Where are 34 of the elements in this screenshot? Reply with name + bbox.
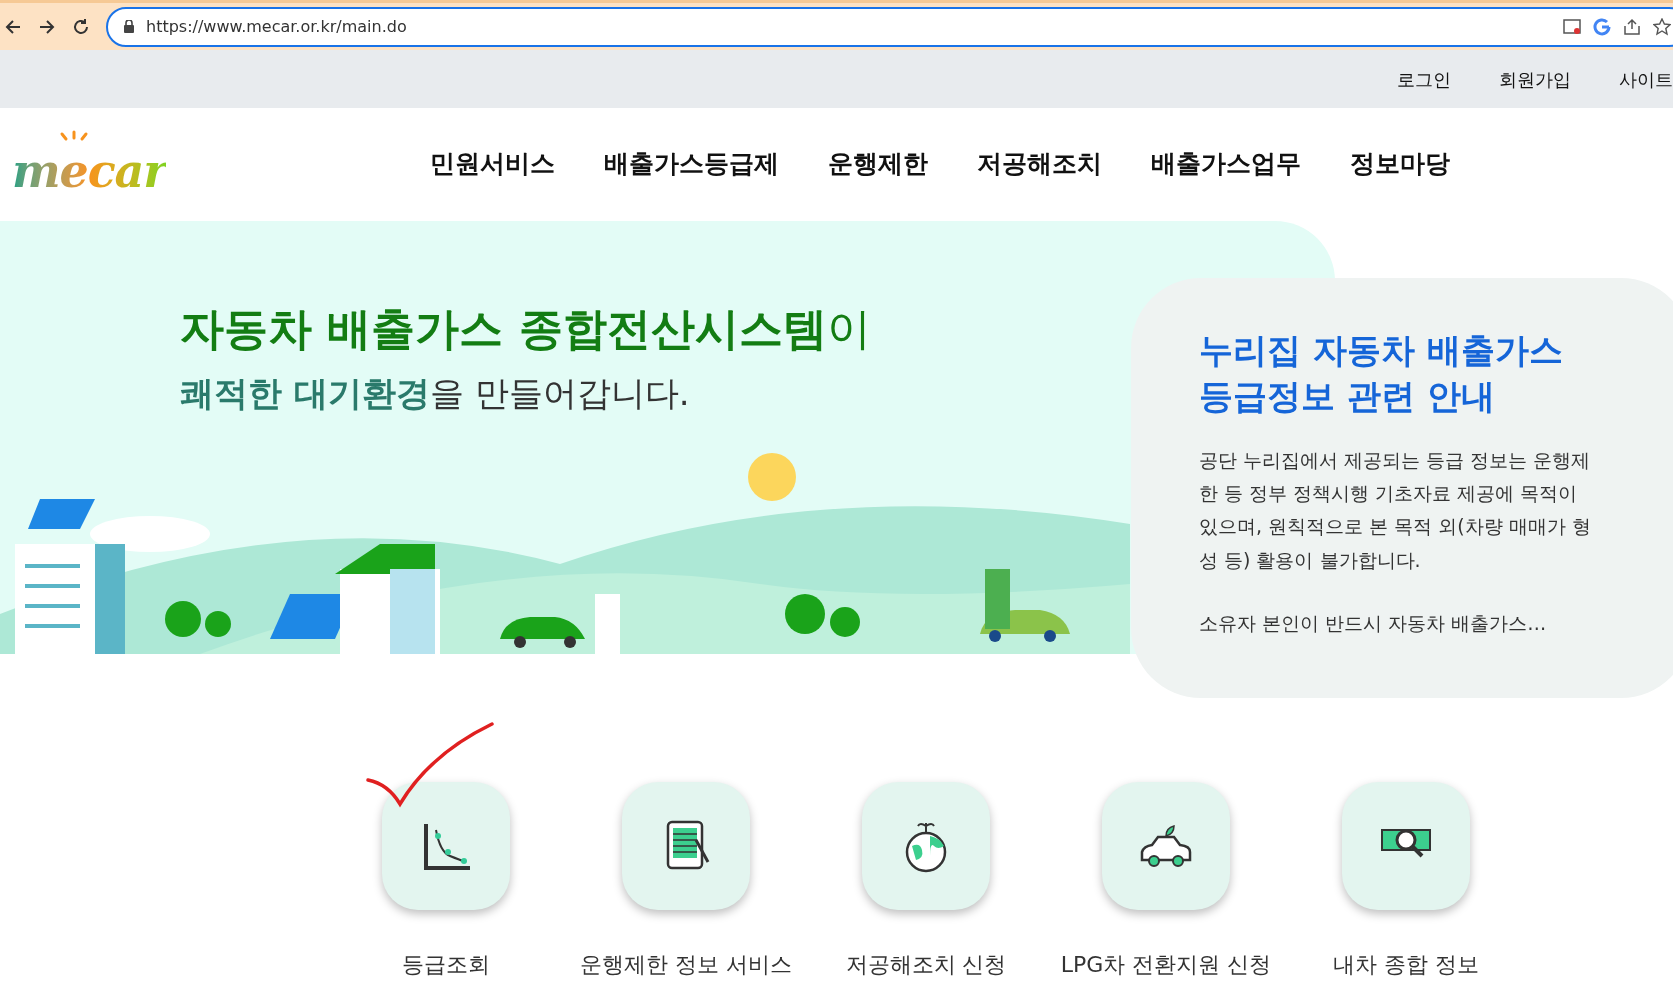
- reload-icon[interactable]: [72, 17, 90, 36]
- hero-subtitle: 쾌적한 대기환경을 만들어갑니다.: [180, 371, 691, 415]
- utility-link[interactable]: 로그인: [1397, 65, 1451, 93]
- quick-link-label[interactable]: 저공해조치 신청: [845, 948, 1007, 981]
- quick-link-label[interactable]: LPG차 전환지원 신청: [1060, 948, 1272, 981]
- nav-menu-item[interactable]: 저공해조치: [977, 145, 1102, 183]
- quick-link-tile[interactable]: [1102, 782, 1230, 910]
- notice-more-text[interactable]: 소유자 본인이 반드시 자동차 배출가스…: [1199, 608, 1591, 638]
- notice-title[interactable]: 누리집 자동차 배출가스 등급정보 관련 안내: [1199, 328, 1591, 420]
- quick-link-label[interactable]: 운행제한 정보 서비스: [580, 948, 792, 981]
- share-icon[interactable]: [1623, 17, 1641, 36]
- url-text: https://www.mecar.or.kr/main.do: [146, 15, 408, 38]
- forward-icon[interactable]: [38, 17, 56, 36]
- star-icon[interactable]: [1653, 17, 1671, 36]
- google-icon[interactable]: [1593, 17, 1611, 36]
- quick-link-tile[interactable]: [382, 782, 510, 910]
- quick-link-tile[interactable]: [862, 782, 990, 910]
- back-icon[interactable]: [4, 17, 22, 36]
- utility-link[interactable]: 사이트: [1619, 65, 1673, 93]
- window-icon[interactable]: [1563, 18, 1581, 35]
- address-bar[interactable]: https://www.mecar.or.kr/main.do: [106, 6, 1673, 47]
- notice-text: 공단 누리집에서 제공되는 등급 정보는 운행제한 등 정부 정책시행 기초자료 제공에 목적이 있으며, 원칙적으로 본 목적 외(차량 매매가 형성 등) 활용이 불가합니다.: [1199, 447, 1591, 573]
- quick-link-label[interactable]: 등급조회: [402, 948, 490, 981]
- quick-link-tile[interactable]: [622, 782, 750, 910]
- quick-link-label[interactable]: 내차 종합 정보: [1333, 948, 1479, 981]
- nav-menu-item[interactable]: 민원서비스: [430, 145, 555, 183]
- hero-title: 자동차 배출가스 종합전산시스템이: [180, 301, 871, 356]
- nav-menu-item[interactable]: 배출가스업무: [1151, 145, 1301, 183]
- quick-link-tile[interactable]: [1342, 782, 1470, 910]
- nav-menu-item[interactable]: 정보마당: [1350, 145, 1450, 183]
- nav-menu-item[interactable]: 운행제한: [828, 145, 928, 183]
- utility-link[interactable]: 회원가입: [1499, 65, 1571, 93]
- nav-menu-item[interactable]: 배출가스등급제: [604, 145, 779, 183]
- lock-icon: [124, 20, 134, 34]
